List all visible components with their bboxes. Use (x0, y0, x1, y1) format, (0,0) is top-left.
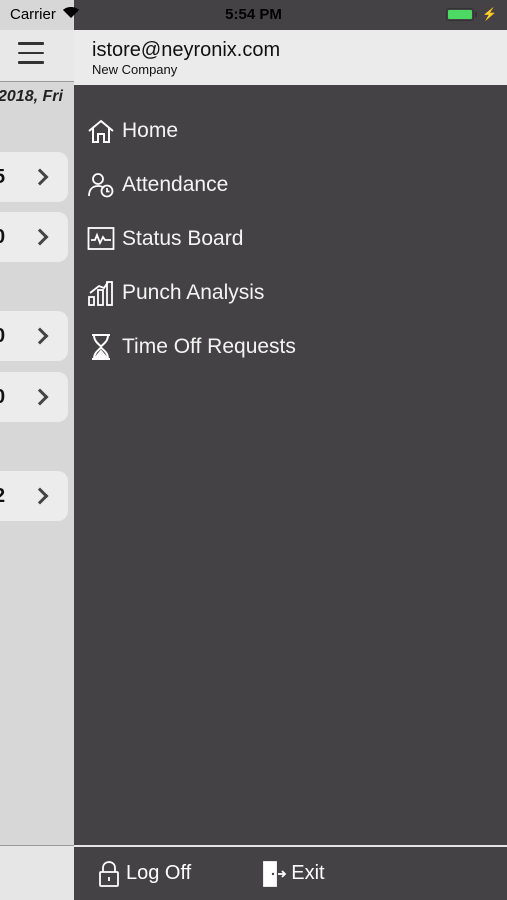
hourglass-icon (87, 332, 115, 362)
background-card[interactable]: 0 (0, 212, 68, 262)
card-value: 5 (0, 166, 5, 189)
hamburger-menu-icon[interactable] (18, 42, 44, 71)
background-app: 2018, Fri 5 0 0 0 2 (0, 0, 74, 900)
chevron-right-icon (31, 388, 49, 406)
menu-item-label: Time Off Requests (122, 335, 296, 358)
drawer-footer: Log Off Exit (74, 845, 507, 900)
home-icon (87, 116, 115, 146)
chevron-right-icon (31, 168, 49, 186)
drawer-menu: Home Attendance Status Board Punch Analy… (74, 104, 507, 374)
user-company: New Company (92, 62, 178, 77)
log-off-button[interactable]: Log Off (96, 859, 191, 889)
battery-icon (446, 7, 478, 21)
attendance-icon (87, 170, 115, 200)
menu-item-status-board[interactable]: Status Board (74, 212, 507, 266)
background-footer (0, 845, 74, 900)
menu-item-label: Attendance (122, 173, 229, 196)
lock-icon (96, 859, 122, 889)
card-value: 0 (0, 386, 5, 409)
menu-item-time-off-requests[interactable]: Time Off Requests (74, 320, 507, 374)
log-off-label: Log Off (126, 862, 192, 884)
background-card[interactable]: 2 (0, 471, 68, 521)
exit-button[interactable]: Exit (261, 859, 325, 889)
chevron-right-icon (31, 228, 49, 246)
menu-item-label: Status Board (122, 227, 244, 250)
card-value: 0 (0, 226, 5, 249)
card-value: 0 (0, 325, 5, 348)
background-card[interactable]: 5 (0, 152, 68, 202)
background-card[interactable]: 0 (0, 311, 68, 361)
status-bar: Carrier 5:54 PM ⚡ (0, 0, 507, 28)
background-card[interactable]: 0 (0, 372, 68, 422)
background-date: 2018, Fri (0, 88, 63, 105)
card-value: 2 (0, 485, 5, 508)
chevron-right-icon (31, 327, 49, 345)
punch-analysis-icon (87, 278, 115, 308)
drawer-header: istore@neyronix.com New Company (74, 30, 507, 85)
side-drawer: istore@neyronix.com New Company Home Att… (74, 0, 507, 900)
exit-door-icon (261, 859, 287, 889)
menu-item-punch-analysis[interactable]: Punch Analysis (74, 266, 507, 320)
menu-item-label: Punch Analysis (122, 281, 265, 304)
chevron-right-icon (31, 487, 49, 505)
menu-item-label: Home (122, 119, 179, 142)
status-board-icon (87, 224, 115, 254)
exit-label: Exit (291, 862, 325, 884)
user-email: istore@neyronix.com (92, 39, 281, 61)
menu-item-home[interactable]: Home (74, 104, 507, 158)
status-time: 5:54 PM (225, 5, 282, 23)
menu-item-attendance[interactable]: Attendance (74, 158, 507, 212)
